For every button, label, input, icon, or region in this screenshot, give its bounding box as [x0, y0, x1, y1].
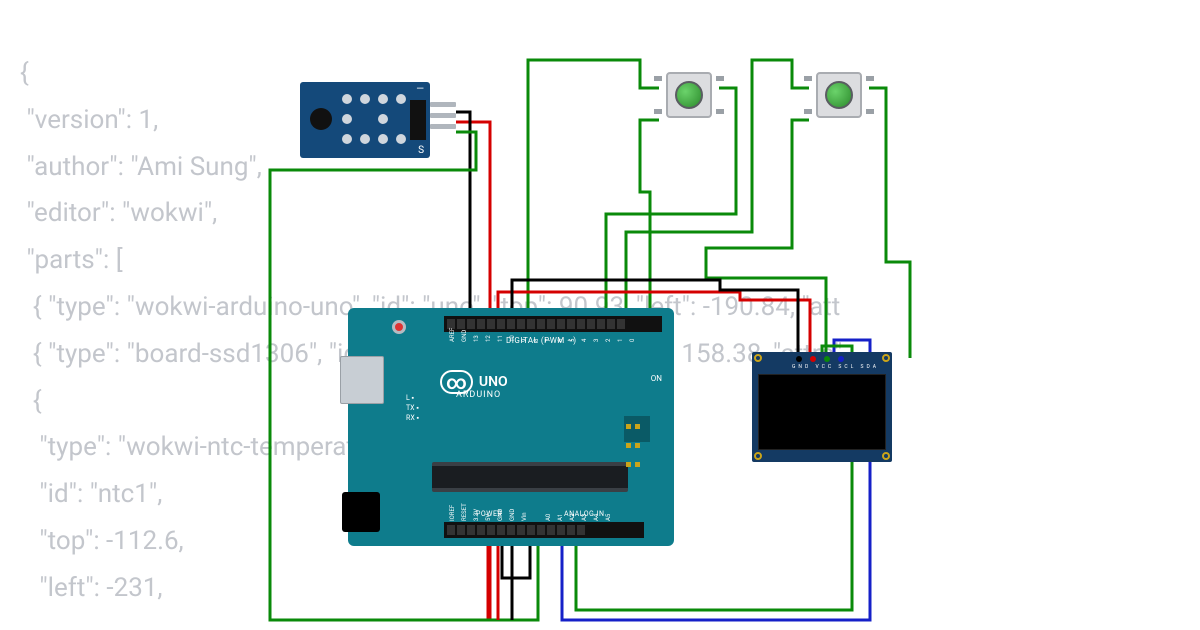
pcb-hole-icon: [360, 134, 370, 144]
mounting-hole-icon: [754, 354, 762, 362]
button-cap-icon: [675, 81, 703, 109]
txrx-labels: L ▪ TX ▪ RX ▪: [406, 394, 419, 423]
pcb-hole-icon: [342, 94, 352, 104]
oled-screen: [758, 374, 886, 450]
pcb-hole-icon: [396, 94, 406, 104]
icsp-header-icon: [624, 416, 650, 442]
pin-header-icon: [410, 100, 426, 140]
pcb-hole-icon: [360, 94, 370, 104]
pcb-hole-icon: [342, 114, 352, 124]
thermistor-bead-icon: [310, 108, 332, 130]
arduino-uno-board[interactable]: ∞UNO ARDUINO DIGITAL (PWM ~) POWER ANALO…: [348, 308, 674, 546]
ntc-temperature-sensor[interactable]: — S: [300, 82, 430, 158]
ntc-minus-label: —: [416, 84, 424, 95]
ntc-s-label: S: [418, 145, 424, 156]
pcb-hole-icon: [378, 94, 388, 104]
pcb-hole-icon: [342, 134, 352, 144]
reset-button[interactable]: [392, 320, 406, 334]
oled-pin-labels: GND VCC SCL SDA: [792, 364, 879, 370]
oled-ssd1306-display[interactable]: GND VCC SCL SDA: [752, 352, 892, 462]
mounting-hole-icon: [882, 354, 890, 362]
pcb-hole-icon: [378, 114, 388, 124]
oled-pin-header[interactable]: [796, 356, 844, 362]
mounting-hole-icon: [882, 452, 890, 460]
mounting-hole-icon: [754, 452, 762, 460]
arduino-subtitle: ARDUINO: [456, 390, 501, 400]
pcb-hole-icon: [396, 134, 406, 144]
usb-port-icon: [340, 356, 384, 404]
ntc-pins: [430, 102, 456, 129]
pcb-hole-icon: [378, 134, 388, 144]
button-cap-icon: [825, 81, 853, 109]
pushbutton-2[interactable]: [810, 66, 868, 124]
digital-pin-labels: AREFGND131211109876543210: [448, 334, 637, 341]
pushbutton-1[interactable]: [660, 66, 718, 124]
power-analog-pin-header[interactable]: [444, 522, 644, 538]
digital-pin-header[interactable]: [444, 316, 662, 332]
barrel-jack-icon: [342, 492, 380, 532]
atmega-chip-icon: [432, 462, 628, 492]
power-analog-pin-labels: IOREFRESET3.3V5VGNDGNDVinA0A1A2A3A4A5: [448, 513, 613, 520]
on-label: ON: [651, 374, 662, 383]
